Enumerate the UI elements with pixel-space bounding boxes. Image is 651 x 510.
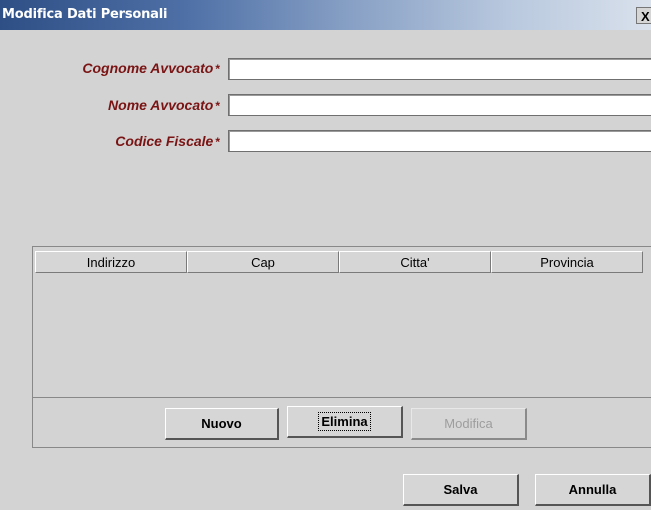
- dialog-window: Modifica Dati Personali X Cognome Avvoca…: [0, 0, 651, 510]
- salva-button[interactable]: Salva: [403, 474, 519, 506]
- modifica-button[interactable]: Modifica: [411, 408, 527, 440]
- close-button[interactable]: X: [636, 7, 651, 24]
- nome-label: Nome Avvocato *: [108, 97, 220, 113]
- nome-field[interactable]: [228, 94, 651, 116]
- column-header-provincia[interactable]: Provincia: [491, 251, 643, 273]
- annulla-button[interactable]: Annulla: [535, 474, 651, 506]
- window-title: Modifica Dati Personali: [2, 7, 168, 22]
- column-header-indirizzo[interactable]: Indirizzo: [35, 251, 187, 273]
- modifica-button-label: Modifica: [444, 416, 493, 431]
- elimina-button[interactable]: Elimina: [287, 406, 403, 438]
- address-table: Indirizzo Cap Citta' Provincia: [32, 246, 651, 398]
- annulla-button-label: Annulla: [568, 482, 617, 497]
- cognome-label-text: Cognome Avvocato: [82, 60, 214, 76]
- salva-button-label: Salva: [443, 482, 478, 497]
- cognome-label: Cognome Avvocato *: [82, 60, 220, 76]
- table-button-panel: Nuovo Elimina Modifica: [32, 398, 651, 448]
- codice-fiscale-label: Codice Fiscale *: [115, 133, 220, 149]
- nuovo-button[interactable]: Nuovo: [165, 408, 279, 440]
- codice-fiscale-field[interactable]: [228, 130, 651, 152]
- nuovo-button-label: Nuovo: [201, 416, 242, 431]
- column-header-cap[interactable]: Cap: [187, 251, 339, 273]
- required-mark: *: [215, 99, 220, 113]
- column-header-citta[interactable]: Citta': [339, 251, 491, 273]
- codice-fiscale-label-text: Codice Fiscale: [115, 133, 214, 149]
- table-header: Indirizzo Cap Citta' Provincia: [35, 251, 643, 273]
- required-mark: *: [215, 62, 220, 76]
- nome-label-text: Nome Avvocato: [108, 97, 214, 113]
- table-body[interactable]: [35, 274, 651, 395]
- cognome-field[interactable]: [228, 58, 651, 80]
- required-mark: *: [215, 135, 220, 149]
- title-bar[interactable]: Modifica Dati Personali X: [0, 0, 651, 30]
- elimina-button-label: Elimina: [318, 412, 371, 431]
